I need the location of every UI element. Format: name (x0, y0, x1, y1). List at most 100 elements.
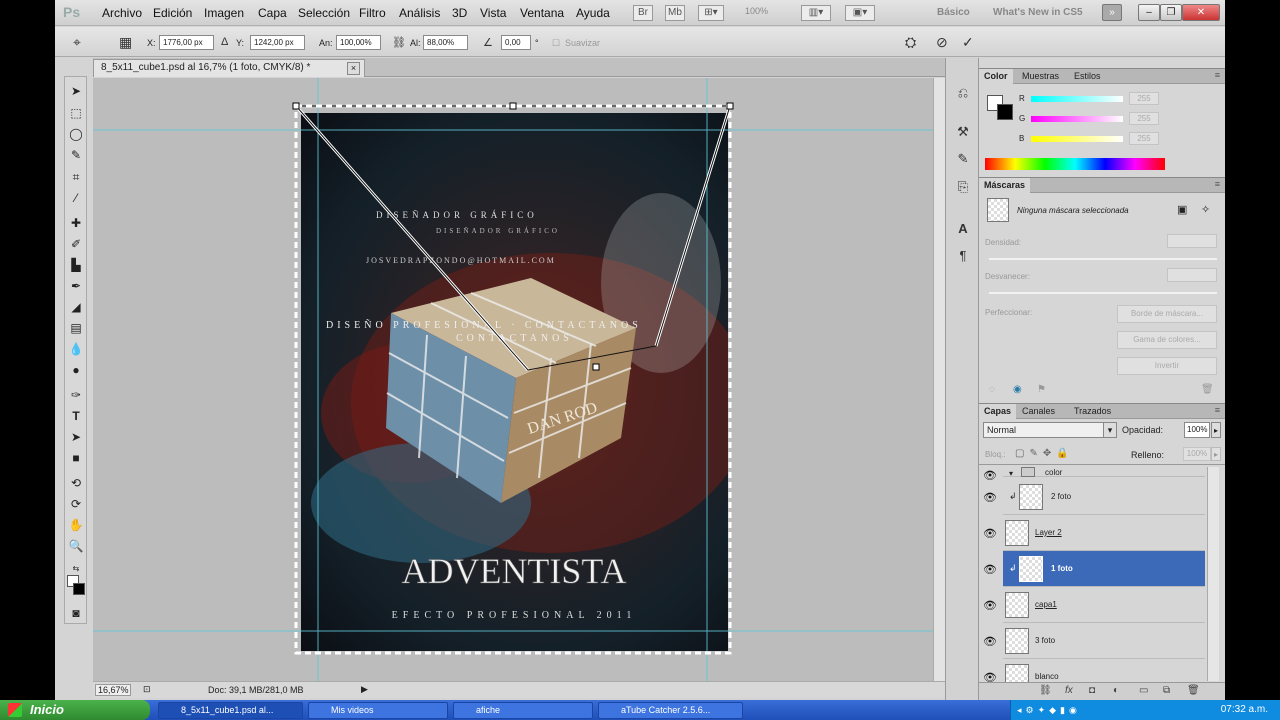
cancel-transform-icon[interactable]: ⊘ (936, 34, 948, 51)
menu-edicion[interactable]: Edición (153, 6, 192, 20)
commit-transform-icon[interactable]: ✓ (962, 34, 974, 51)
height-field[interactable]: 88,00% (423, 35, 468, 50)
reference-point-icon[interactable]: ▦ (119, 34, 132, 51)
pen-tool-icon[interactable]: ✑ (68, 387, 84, 403)
eye-icon[interactable]: 👁 (981, 599, 999, 612)
menu-filtro[interactable]: Filtro (359, 6, 386, 20)
menu-ayuda[interactable]: Ayuda (576, 6, 610, 20)
add-vector-mask-icon[interactable]: ✧ (1201, 203, 1210, 216)
new-group-icon[interactable]: ▭ (1139, 685, 1148, 696)
layer-row-layer-2[interactable]: 👁 Layer 2 (983, 515, 1205, 551)
quick-mask-icon[interactable]: ◙ (68, 605, 84, 621)
density-field[interactable] (1167, 234, 1217, 248)
tab-muestras[interactable]: Muestras (1017, 69, 1064, 84)
restore-icon[interactable]: ❐ (1160, 4, 1182, 21)
3d-rotate-icon[interactable]: ⟲ (68, 475, 84, 491)
layer-row-capa1[interactable]: 👁 capa1 (983, 587, 1205, 623)
transform-handle[interactable] (726, 102, 734, 110)
shape-tool-icon[interactable]: ■ (68, 450, 84, 466)
hand-tool-icon[interactable]: ✋ (68, 517, 84, 533)
y-position-field[interactable]: 1242,00 px (250, 35, 305, 50)
marquee-tool-icon[interactable]: ⬚ (68, 105, 84, 121)
opacity-field[interactable]: 100% (1184, 422, 1210, 438)
angle-field[interactable]: 0,00 (501, 35, 531, 50)
menu-archivo[interactable]: Archivo (102, 6, 142, 20)
fill-arrow-icon[interactable]: ▸ (1211, 447, 1221, 461)
g-gradient[interactable] (1031, 116, 1123, 122)
density-slider[interactable] (989, 258, 1217, 260)
transform-handle[interactable] (509, 102, 517, 110)
feather-slider[interactable] (989, 292, 1217, 294)
panel-menu-icon[interactable]: ≡ (1215, 70, 1220, 80)
dodge-tool-icon[interactable]: ● (68, 362, 84, 378)
b-gradient[interactable] (1031, 136, 1123, 142)
screen-mode-icon[interactable]: ▣▾ (845, 5, 875, 21)
path-select-icon[interactable]: ➤ (68, 429, 84, 445)
masks-menu-icon[interactable]: ≡ (1215, 179, 1220, 189)
apply-mask-icon[interactable]: ⚑ (1037, 384, 1046, 395)
task-afiche[interactable]: afiche (453, 702, 593, 719)
trash-icon[interactable]: 🗑 (1187, 685, 1200, 696)
start-button[interactable]: Inicio (0, 700, 150, 720)
lasso-tool-icon[interactable]: ◯ (68, 126, 84, 142)
transform-overlay[interactable] (93, 78, 933, 681)
background-swatch[interactable] (997, 104, 1013, 120)
zoom-tool-icon[interactable]: 🔍 (68, 538, 84, 554)
vertical-scrollbar[interactable] (933, 78, 945, 681)
layer-row-3-foto[interactable]: 👁 3 foto (983, 623, 1205, 659)
eye-icon[interactable]: 👁 (981, 491, 999, 504)
load-selection-icon[interactable]: ◌ (989, 384, 995, 395)
zoom-level-select[interactable]: 100% (745, 6, 768, 16)
close-document-icon[interactable]: × (347, 62, 360, 75)
tab-capas[interactable]: Capas (979, 404, 1017, 419)
transform-handle[interactable] (292, 102, 300, 110)
adjustment-layer-icon[interactable]: ◐ (1113, 685, 1119, 696)
brush-tool-icon[interactable]: ✐ (68, 236, 84, 252)
add-pixel-mask-icon[interactable]: ▣ (1177, 203, 1187, 216)
lock-icons[interactable]: ▢✎✥🔒 (1015, 448, 1074, 459)
eye-icon[interactable]: 👁 (981, 635, 999, 648)
r-value[interactable]: 255 (1129, 92, 1159, 105)
menu-seleccion[interactable]: Selección (298, 6, 350, 20)
menu-analisis[interactable]: Análisis (399, 6, 440, 20)
menu-vista[interactable]: Vista (480, 6, 506, 20)
mask-edge-button[interactable]: Borde de máscara... (1117, 305, 1217, 323)
r-gradient[interactable] (1031, 96, 1123, 102)
x-position-field[interactable]: 1776,00 px (159, 35, 214, 50)
status-menu-arrow-icon[interactable]: ▶ (361, 684, 368, 695)
new-layer-icon[interactable]: ⧉ (1163, 685, 1170, 696)
workspace-whats-new[interactable]: What's New in CS5 (993, 7, 1083, 18)
status-icon[interactable]: ⊡ (143, 684, 151, 695)
close-icon[interactable]: ✕ (1182, 4, 1220, 21)
tray-icons[interactable]: ◂⚙✦◆▮◉ (1017, 700, 1081, 720)
mask-visibility-icon[interactable]: ◉ (1013, 384, 1022, 395)
task-atube-catcher[interactable]: aTube Catcher 2.5.6... (598, 702, 743, 719)
history-panel-icon[interactable]: ⎌ (955, 85, 971, 101)
bridge-icon[interactable]: Br (633, 5, 653, 21)
paragraph-panel-icon[interactable]: ¶ (955, 248, 971, 264)
eye-icon[interactable]: 👁 (981, 671, 999, 682)
tab-estilos[interactable]: Estilos (1069, 69, 1106, 84)
gradient-tool-icon[interactable]: ▤ (68, 320, 84, 336)
canvas-area[interactable]: DISEÑADOR GRÁFICO DISEÑADOR GRÁFICO JOSV… (93, 78, 933, 681)
eraser-tool-icon[interactable]: ◢ (68, 299, 84, 315)
relative-position-icon[interactable]: Δ (221, 36, 228, 48)
character-panel-icon[interactable]: A (955, 221, 971, 237)
eyedropper-tool-icon[interactable]: ⁄ (68, 190, 84, 206)
layer-row-color[interactable]: 👁 ▾ color (983, 465, 1205, 482)
brush-panel-icon[interactable]: ✎ (955, 151, 971, 167)
more-workspaces-icon[interactable]: » (1102, 4, 1122, 21)
chevron-down-icon[interactable]: ▾ (1103, 423, 1116, 437)
healing-tool-icon[interactable]: ✚ (68, 215, 84, 231)
arrange-documents-icon[interactable]: ▥▾ (801, 5, 831, 21)
color-range-button[interactable]: Gama de colores... (1117, 331, 1217, 349)
stamp-tool-icon[interactable]: ▙ (68, 257, 84, 273)
warp-mode-icon[interactable]: ⛭ (905, 34, 916, 51)
link-layers-icon[interactable]: ⛓ (1039, 685, 1052, 696)
3d-orbit-icon[interactable]: ⟳ (68, 496, 84, 512)
menu-ventana[interactable]: Ventana (520, 6, 564, 20)
eye-icon[interactable]: 👁 (981, 527, 999, 540)
chevron-down-icon[interactable]: ▾ (1009, 469, 1013, 478)
smooth-checkbox[interactable]: ☐ (552, 38, 560, 49)
minibridge-icon[interactable]: Mb (665, 5, 685, 21)
